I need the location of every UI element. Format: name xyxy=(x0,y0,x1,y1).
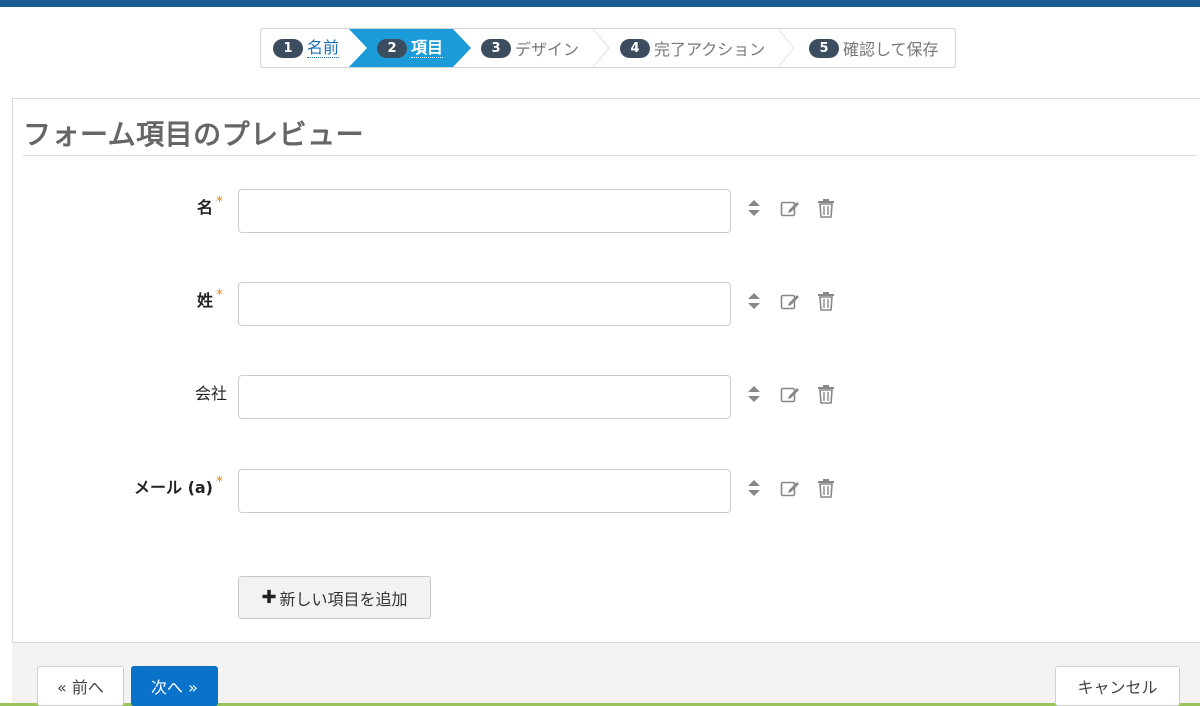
form-field-row: 会社 xyxy=(13,375,913,419)
wizard-step-3[interactable]: 3 デザイン xyxy=(481,29,579,67)
field-label: 姓 * xyxy=(197,282,223,326)
form-preview-panel: フォーム項目のプレビュー 名 * 姓 * 会社 メール (a) * ✚ 新しい項… xyxy=(12,98,1200,643)
step-separator xyxy=(592,29,610,67)
next-button[interactable]: 次へ » xyxy=(131,666,218,706)
last-name-input[interactable] xyxy=(238,282,731,326)
step-number: 1 xyxy=(273,38,303,58)
step-label: 項目 xyxy=(411,37,444,58)
sort-icon[interactable] xyxy=(743,290,765,312)
step-label: デザイン xyxy=(515,40,580,59)
required-marker: * xyxy=(216,474,223,490)
step-number: 2 xyxy=(377,38,407,58)
field-actions xyxy=(743,290,851,312)
step-number: 3 xyxy=(481,38,511,58)
field-label: 名 * xyxy=(197,189,223,233)
step-label: 確認して保存 xyxy=(843,40,939,59)
step-number: 5 xyxy=(809,38,839,58)
step-label: 名前 xyxy=(307,37,340,58)
edit-icon[interactable] xyxy=(779,383,801,405)
sort-icon[interactable] xyxy=(743,383,765,405)
required-marker: * xyxy=(216,194,223,210)
trash-icon[interactable] xyxy=(815,477,837,499)
plus-icon: ✚ xyxy=(261,587,277,608)
field-label: メール (a) * xyxy=(134,469,223,513)
top-stripe xyxy=(0,0,1200,7)
email-input[interactable] xyxy=(238,469,731,513)
step-separator xyxy=(777,29,795,67)
wizard-step-4[interactable]: 4 完了アクション xyxy=(620,29,765,67)
edit-icon[interactable] xyxy=(779,477,801,499)
first-name-input[interactable] xyxy=(238,189,731,233)
sort-icon[interactable] xyxy=(743,197,765,219)
step-label: 完了アクション xyxy=(654,40,766,59)
trash-icon[interactable] xyxy=(815,197,837,219)
prev-button[interactable]: « 前へ xyxy=(37,666,124,706)
panel-title: フォーム項目のプレビュー xyxy=(23,118,365,151)
wizard-step-1[interactable]: 1 名前 xyxy=(273,29,340,67)
add-field-button[interactable]: ✚ 新しい項目を追加 xyxy=(238,576,431,619)
trash-icon[interactable] xyxy=(815,383,837,405)
company-input[interactable] xyxy=(238,375,731,419)
field-actions xyxy=(743,383,851,405)
wizard-steps: 1 名前 2 項目 3 デザイン 4 完了アクション 5 確認して保存 xyxy=(260,28,956,68)
step-number: 4 xyxy=(620,38,650,58)
form-field-row: 名 * xyxy=(13,189,913,233)
edit-icon[interactable] xyxy=(779,290,801,312)
sort-icon[interactable] xyxy=(743,477,765,499)
edit-icon[interactable] xyxy=(779,197,801,219)
trash-icon[interactable] xyxy=(815,290,837,312)
field-label: 会社 xyxy=(194,384,227,403)
field-actions xyxy=(743,197,851,219)
required-marker: * xyxy=(216,287,223,303)
form-field-row: メール (a) * xyxy=(13,469,913,513)
form-field-row: 姓 * xyxy=(13,282,913,326)
wizard-step-5[interactable]: 5 確認して保存 xyxy=(809,29,939,67)
add-field-label: 新しい項目を追加 xyxy=(279,589,408,609)
wizard-step-2[interactable]: 2 項目 xyxy=(377,29,444,67)
field-actions xyxy=(743,477,851,499)
title-divider xyxy=(23,155,1197,156)
cancel-button[interactable]: キャンセル xyxy=(1055,666,1180,706)
